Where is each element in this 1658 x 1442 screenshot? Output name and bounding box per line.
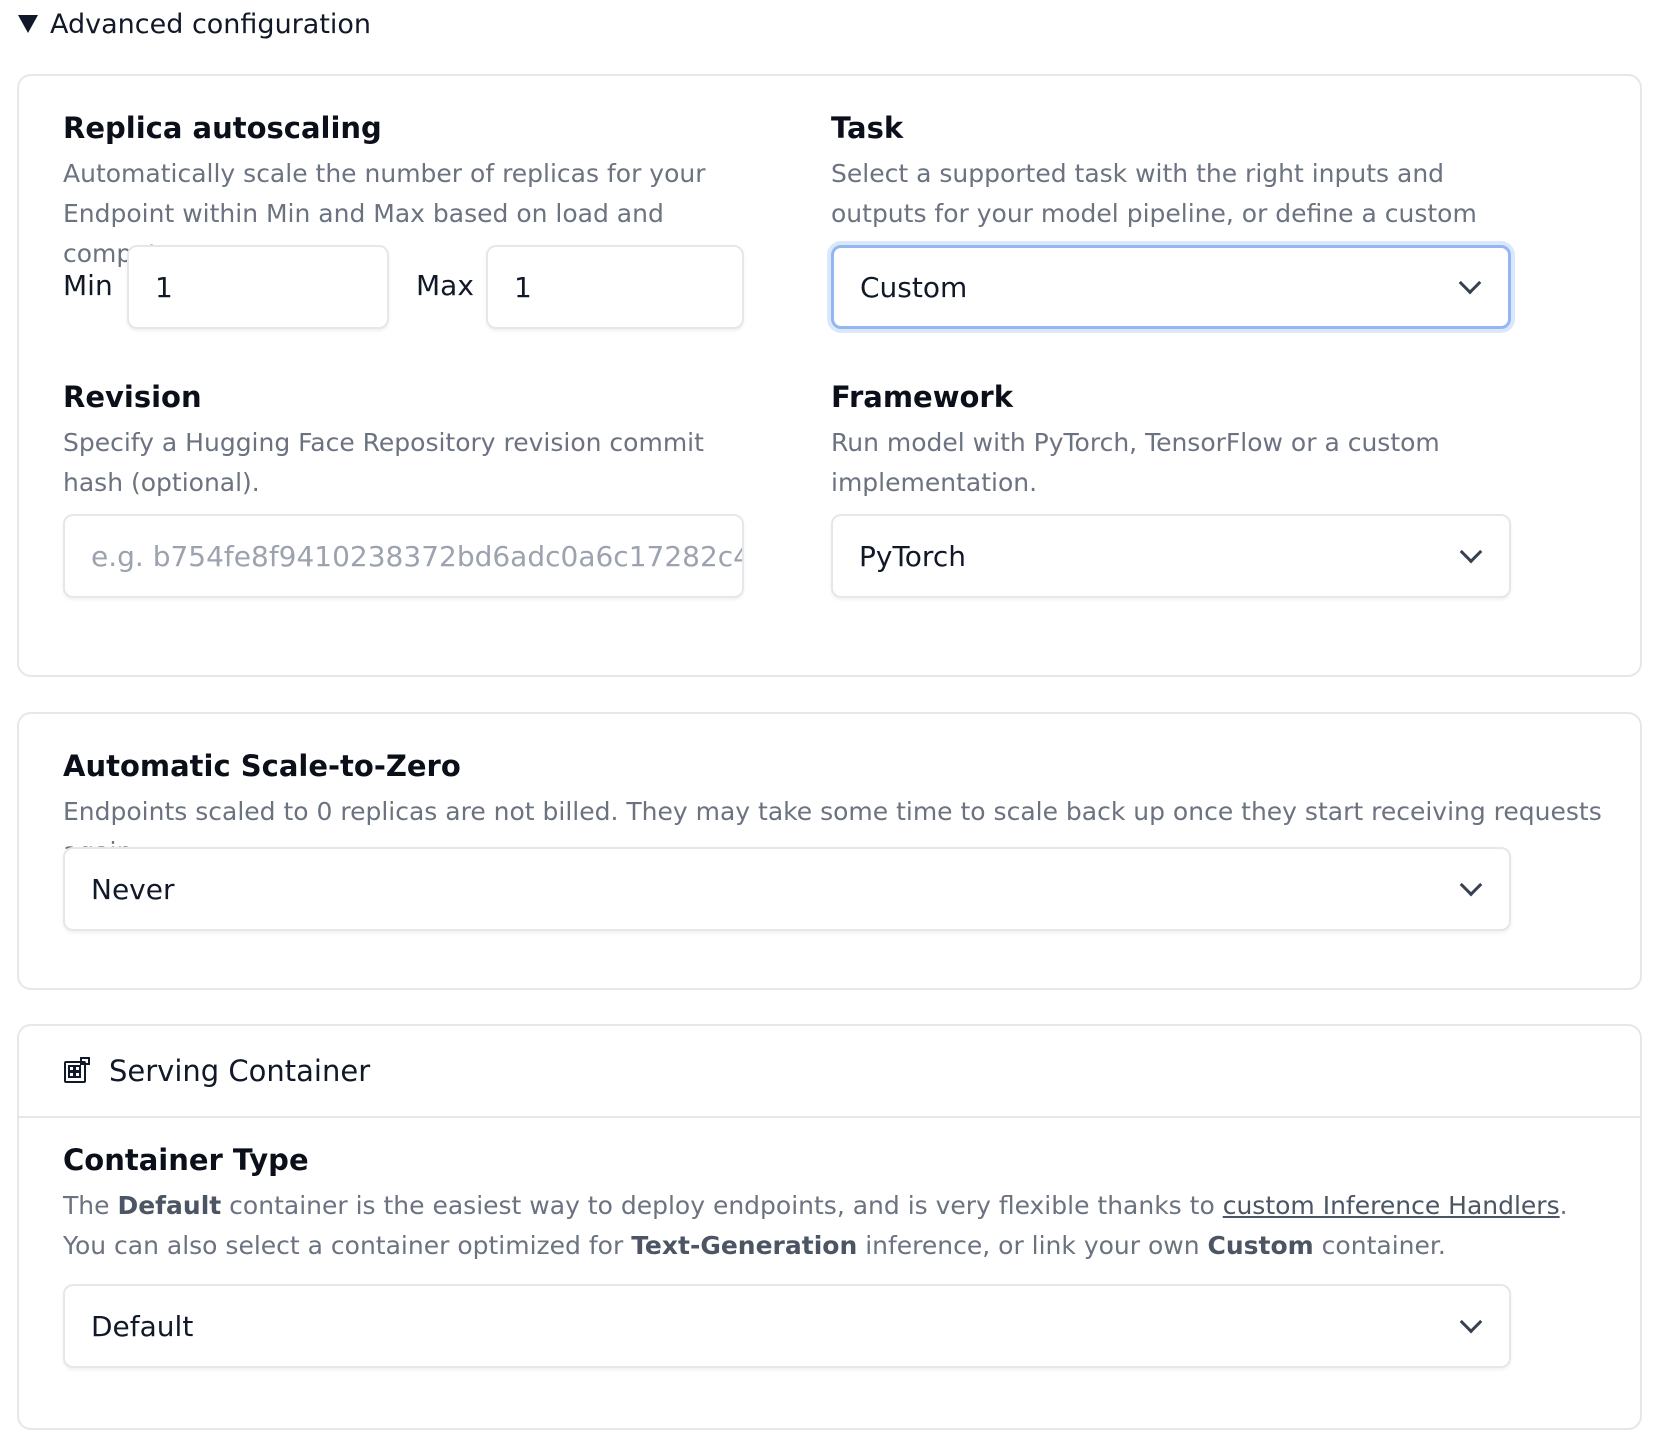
container-type-title: Container Type: [63, 1143, 309, 1177]
desc-bold-default: Default: [117, 1191, 222, 1220]
container-type-select[interactable]: Default: [63, 1284, 1511, 1368]
replica-autoscaling-title: Replica autoscaling: [63, 111, 382, 145]
desc-text: The: [63, 1191, 118, 1220]
advanced-config-page: Advanced configuration Replica autoscali…: [0, 0, 1658, 1442]
revision-section: Revision Specify a Hugging Face Reposito…: [63, 379, 763, 503]
config-card: Replica autoscaling Automatically scale …: [17, 74, 1642, 677]
serving-container-header: Serving Container: [19, 1026, 1640, 1118]
chevron-down-icon: [1458, 271, 1482, 295]
max-label: Max: [416, 269, 474, 302]
advanced-config-toggle[interactable]: Advanced configuration: [18, 4, 371, 44]
advanced-config-label: Advanced configuration: [50, 8, 372, 40]
custom-inference-handlers-link[interactable]: custom Inference Handlers: [1223, 1191, 1560, 1220]
min-label: Min: [63, 269, 113, 302]
serving-container-title: Serving Container: [109, 1054, 371, 1088]
desc-text: container.: [1313, 1231, 1446, 1260]
framework-select[interactable]: PyTorch: [831, 514, 1511, 598]
task-select[interactable]: Custom: [831, 245, 1511, 329]
framework-title: Framework: [831, 380, 1014, 414]
scale-to-zero-card: Automatic Scale-to-Zero Endpoints scaled…: [17, 712, 1642, 990]
task-selected-value: Custom: [860, 270, 968, 304]
scale-to-zero-selected-value: Never: [91, 872, 175, 906]
caret-down-icon: [18, 15, 38, 33]
framework-description: Run model with PyTorch, TensorFlow or a …: [831, 428, 1440, 497]
desc-text: inference, or link your own: [857, 1231, 1208, 1260]
container-type-section: Container Type The Default container is …: [63, 1142, 1603, 1266]
chevron-down-icon: [1459, 873, 1483, 897]
scale-to-zero-select[interactable]: Never: [63, 847, 1511, 931]
task-title: Task: [831, 111, 904, 145]
chevron-down-icon: [1459, 1310, 1483, 1334]
container-type-description: The Default container is the easiest way…: [63, 1186, 1603, 1266]
container-type-selected-value: Default: [91, 1309, 194, 1343]
desc-text: container is the easiest way to deploy e…: [221, 1191, 1223, 1220]
max-replicas-input[interactable]: 1: [486, 245, 744, 329]
chevron-down-icon: [1459, 540, 1483, 564]
min-replicas-input[interactable]: 1: [127, 245, 389, 329]
framework-selected-value: PyTorch: [859, 539, 966, 573]
serving-container-card: Serving Container Container Type The Def…: [17, 1024, 1642, 1430]
container-icon: [63, 1057, 91, 1085]
desc-bold-text-generation: Text-Generation: [631, 1231, 858, 1260]
framework-section: Framework Run model with PyTorch, Tensor…: [831, 379, 1531, 503]
revision-input[interactable]: e.g. b754fe8f9410238372bd6adc0a6c17282c4…: [63, 514, 744, 598]
desc-bold-custom: Custom: [1207, 1231, 1314, 1260]
revision-description: Specify a Hugging Face Repository revisi…: [63, 428, 704, 497]
scale-to-zero-title: Automatic Scale-to-Zero: [63, 749, 461, 783]
revision-title: Revision: [63, 380, 202, 414]
